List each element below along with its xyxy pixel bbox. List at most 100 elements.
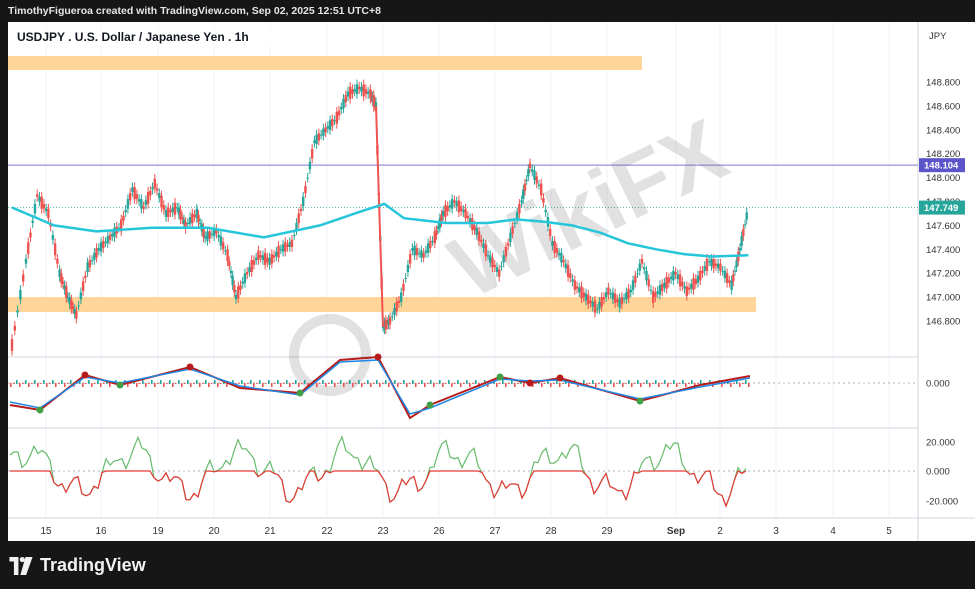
candle-body	[557, 252, 561, 256]
oscillator1-bar	[454, 383, 456, 384]
candle-body	[342, 98, 345, 109]
oscillator1-bar	[349, 380, 351, 384]
candle-body	[426, 243, 430, 253]
oscillator1-bar	[22, 383, 24, 384]
candle-body	[191, 213, 194, 224]
oscillator1-bar	[160, 380, 162, 384]
candle-body	[728, 280, 731, 283]
candle-body	[140, 199, 143, 209]
time-tick-label: 20	[208, 526, 220, 537]
oscillator1-bar	[97, 380, 99, 384]
oscillator1-bar	[343, 383, 345, 387]
tradingview-brand[interactable]: TradingView	[8, 555, 146, 576]
candle-body	[231, 275, 234, 286]
candle-body	[22, 274, 25, 282]
oscillator1-bar	[103, 383, 105, 384]
candle-body	[685, 286, 688, 296]
candle-body	[660, 283, 664, 292]
oscillator1-bar	[28, 383, 30, 387]
candle-body	[153, 178, 156, 189]
oscillator1-bar	[175, 383, 177, 384]
oscillator1-bar	[688, 383, 690, 384]
oscillator1-bar	[643, 383, 645, 384]
candle-body	[224, 250, 227, 252]
oscillator1-bar	[136, 383, 138, 387]
candle-body	[237, 286, 240, 299]
oscillator1-bar	[607, 383, 609, 384]
oscillator1-bar	[496, 383, 498, 387]
candle-body	[462, 209, 465, 213]
oscillator1-bar	[19, 383, 21, 387]
oscillator1-bar	[337, 383, 339, 384]
oscillator1-bar	[457, 380, 459, 384]
oscillator1-bar	[10, 383, 12, 387]
oscillator1-bar	[628, 380, 630, 384]
candle-body	[631, 280, 635, 290]
candle-body	[402, 283, 405, 292]
oscillator1-bar	[700, 380, 702, 384]
candle-body	[681, 281, 684, 287]
candle-body	[310, 148, 314, 159]
candle-body	[738, 248, 742, 251]
candle-body	[234, 294, 238, 300]
candle-body	[344, 95, 347, 103]
candle-body	[638, 263, 641, 271]
candle-body	[53, 243, 57, 256]
oscillator1-bar	[139, 383, 141, 384]
oscillator1-bar	[550, 383, 552, 387]
oscillator1-cross-dot	[556, 374, 564, 382]
oscillator1-bar	[505, 383, 507, 387]
candle-body	[60, 273, 63, 283]
candle-body	[740, 236, 743, 246]
candle-body	[627, 288, 630, 299]
candle-body	[450, 199, 454, 209]
candle-body	[665, 276, 668, 289]
candle-body	[102, 240, 105, 249]
candle-body	[281, 244, 285, 252]
oscillator1-bar	[460, 383, 462, 387]
candle-body	[40, 196, 43, 209]
candle-body	[155, 188, 159, 191]
candle-body	[548, 228, 552, 237]
candle-body	[540, 183, 543, 196]
oscillator1-bar	[85, 383, 87, 384]
candle-body	[33, 203, 37, 214]
oscillator1-bar	[82, 383, 84, 387]
oscillator1-cross-dot	[186, 363, 194, 371]
candle-body	[564, 263, 568, 269]
oscillator1-bar	[193, 383, 195, 384]
oscillator1-bar	[508, 383, 510, 384]
oscillator1-bar	[412, 380, 414, 384]
time-tick-label: 5	[886, 526, 892, 537]
oscillator1-bar	[202, 383, 204, 384]
candle-body	[337, 110, 341, 116]
oscillator1-bar	[655, 380, 657, 384]
candle-body	[678, 274, 682, 287]
oscillator1-bar	[649, 383, 651, 387]
candle-body	[453, 200, 456, 203]
candle-body	[81, 281, 85, 292]
candle-body	[393, 307, 396, 316]
candle-body	[676, 274, 680, 280]
oscillator1-bar	[277, 380, 279, 384]
oscillator1-bar	[334, 383, 336, 387]
candle-body	[424, 250, 428, 253]
candle-body	[555, 248, 559, 253]
candle-body	[219, 236, 223, 246]
candle-body	[75, 311, 78, 319]
chart-area[interactable]: WikiFX 148.800 148.600 148.400 148.200 148.0…	[0, 22, 975, 541]
candle-body	[687, 287, 691, 290]
oscillator1-bar	[625, 383, 627, 384]
candle-body	[566, 264, 570, 277]
candle-body	[257, 250, 260, 261]
price-chart-svg[interactable]: WikiFX 148.800148.600148.400148.200148.0…	[0, 22, 975, 541]
candle-body	[88, 260, 92, 268]
oscillator1-bar	[685, 383, 687, 387]
candle-body	[217, 234, 220, 238]
oscillator1-bar	[145, 383, 147, 387]
candle-body	[466, 215, 470, 219]
oscillator1-bar	[475, 380, 477, 384]
oscillator1-bar	[157, 383, 159, 384]
candle-body	[104, 242, 107, 244]
time-tick-label: 21	[264, 526, 276, 537]
